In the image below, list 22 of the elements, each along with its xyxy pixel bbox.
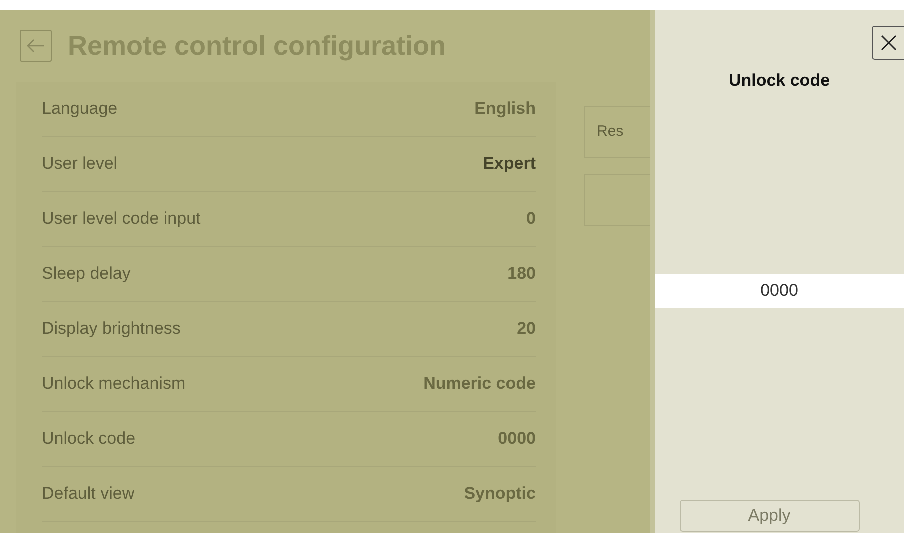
back-button[interactable] bbox=[20, 30, 52, 62]
setting-value: Synoptic bbox=[464, 483, 536, 506]
dialog-title: Unlock code bbox=[728, 71, 830, 90]
setting-label: Default view bbox=[42, 483, 135, 506]
back-arrow-icon bbox=[27, 39, 45, 53]
close-button[interactable] bbox=[872, 26, 904, 60]
code-input-field[interactable]: 0000 bbox=[655, 274, 904, 308]
setting-value: Expert bbox=[483, 153, 536, 176]
close-icon bbox=[880, 34, 898, 52]
setting-label: Sleep delay bbox=[42, 263, 131, 286]
setting-value: Numeric code bbox=[424, 373, 536, 396]
setting-label: Unlock code bbox=[42, 428, 136, 450]
setting-value: 180 bbox=[508, 263, 536, 286]
setting-label: User level bbox=[42, 153, 118, 176]
setting-value: 0 bbox=[526, 208, 536, 230]
setting-label: Language bbox=[42, 98, 118, 120]
setting-label: Display brightness bbox=[42, 318, 181, 340]
setting-value: English bbox=[474, 98, 536, 120]
setting-value: 20 bbox=[517, 318, 536, 340]
setting-label: Unlock mechanism bbox=[42, 373, 186, 396]
setting-label: User level code input bbox=[42, 208, 201, 230]
setting-value: 0000 bbox=[498, 428, 536, 450]
